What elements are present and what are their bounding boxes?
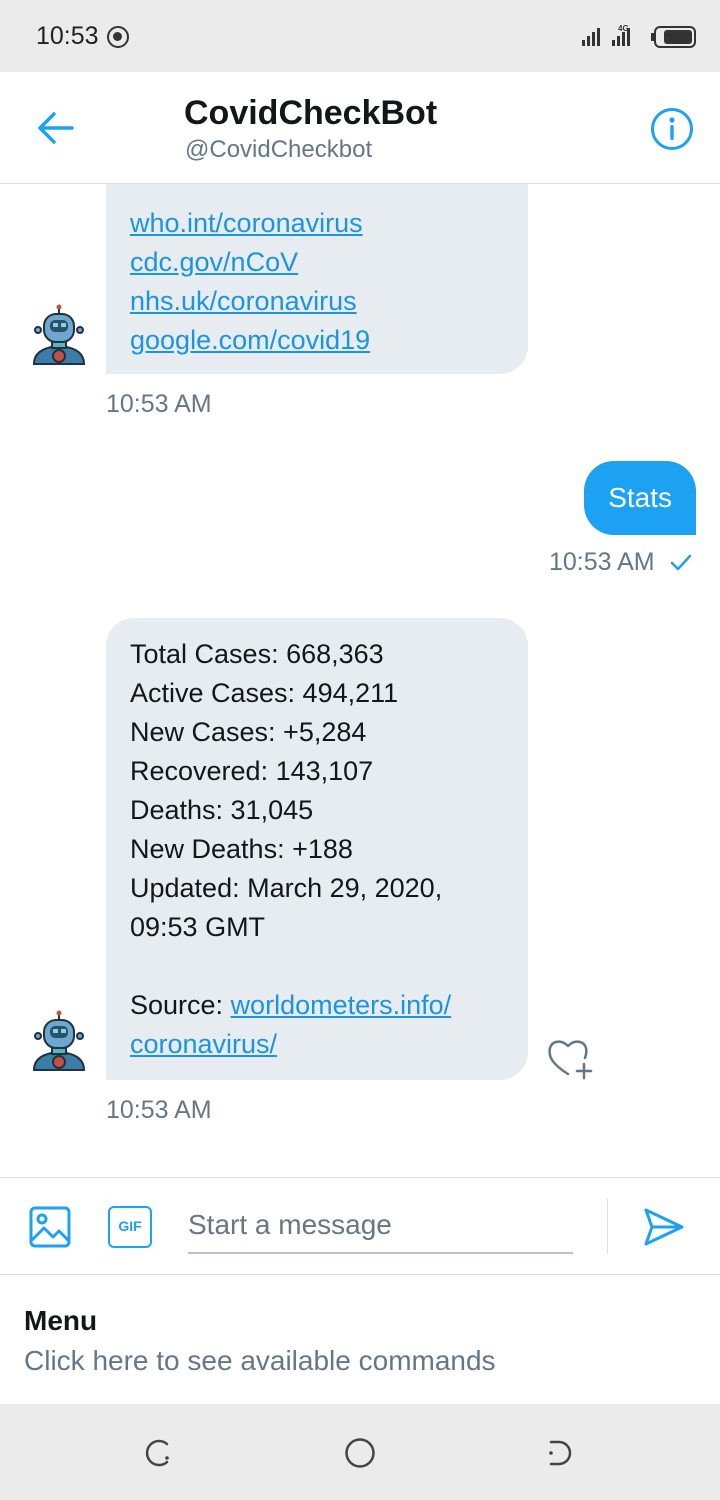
user-message-bubble: Stats: [584, 461, 696, 535]
sent-check-icon: [670, 554, 692, 571]
stat-new-cases: New Cases: +5,284: [130, 717, 367, 747]
contact-name[interactable]: CovidCheckBot: [184, 94, 437, 133]
link-who[interactable]: who.int/coronavirus: [130, 204, 504, 243]
image-icon[interactable]: [29, 1206, 71, 1248]
stat-recovered: Recovered: 143,107: [130, 756, 374, 786]
message-timestamp: 10:53 AM: [106, 390, 212, 418]
screen-record-icon: [107, 26, 129, 48]
gif-button[interactable]: GIF: [108, 1206, 152, 1248]
stat-updated-time: 09:53 GMT: [130, 912, 266, 942]
stat-deaths: Deaths: 31,045: [130, 795, 314, 825]
info-icon[interactable]: [650, 107, 694, 151]
contact-handle[interactable]: @CovidCheckbot: [185, 136, 372, 164]
source-link[interactable]: worldometers.info/: [231, 990, 452, 1020]
network-type: 4G: [618, 24, 629, 33]
status-bar: 10:53 4G: [0, 0, 720, 72]
menu-subtitle: Click here to see available commands: [24, 1345, 496, 1376]
composer-divider: [607, 1198, 608, 1254]
message-input[interactable]: [188, 1198, 573, 1254]
home-icon[interactable]: [343, 1436, 377, 1470]
link-nhs[interactable]: nhs.uk/coronavirus: [130, 282, 504, 321]
heart-add-icon[interactable]: [546, 1036, 596, 1080]
recent-apps-icon[interactable]: [143, 1436, 177, 1470]
stat-new-deaths: New Deaths: +188: [130, 834, 353, 864]
link-google[interactable]: google.com/covid19: [130, 321, 504, 360]
stat-total-cases: Total Cases: 668,363: [130, 639, 384, 669]
stat-updated: Updated: March 29, 2020,: [130, 873, 443, 903]
link-cdc[interactable]: cdc.gov/nCoV: [130, 243, 504, 282]
signal-icon: 4G: [582, 24, 630, 46]
bot-message-bubble: Total Cases: 668,363 Active Cases: 494,2…: [106, 618, 528, 1080]
status-time: 10:53: [36, 22, 99, 50]
source-label: Source:: [130, 990, 231, 1020]
message-composer: GIF: [0, 1177, 720, 1275]
bot-message-bubble: who.int/coronavirus cdc.gov/nCoV nhs.uk/…: [106, 184, 528, 374]
bot-avatar[interactable]: [28, 304, 90, 370]
menu-title: Menu: [24, 1305, 98, 1336]
message-timestamp: 10:53 AM: [106, 1096, 212, 1124]
back-nav-icon[interactable]: [543, 1436, 577, 1470]
message-list[interactable]: who.int/coronavirus cdc.gov/nCoV nhs.uk/…: [0, 184, 720, 1177]
message-timestamp: 10:53 AM: [549, 548, 655, 576]
system-nav-bar: [0, 1404, 720, 1500]
bot-menu[interactable]: Menu Click here to see available command…: [0, 1275, 720, 1404]
battery-icon: [651, 26, 696, 48]
conversation-header: CovidCheckBot @CovidCheckbot: [0, 72, 720, 184]
send-icon[interactable]: [642, 1206, 686, 1248]
stat-active-cases: Active Cases: 494,211: [130, 678, 399, 708]
back-arrow-icon[interactable]: [36, 110, 76, 146]
bot-avatar[interactable]: [28, 1010, 90, 1076]
source-link-cont[interactable]: coronavirus/: [130, 1025, 504, 1064]
